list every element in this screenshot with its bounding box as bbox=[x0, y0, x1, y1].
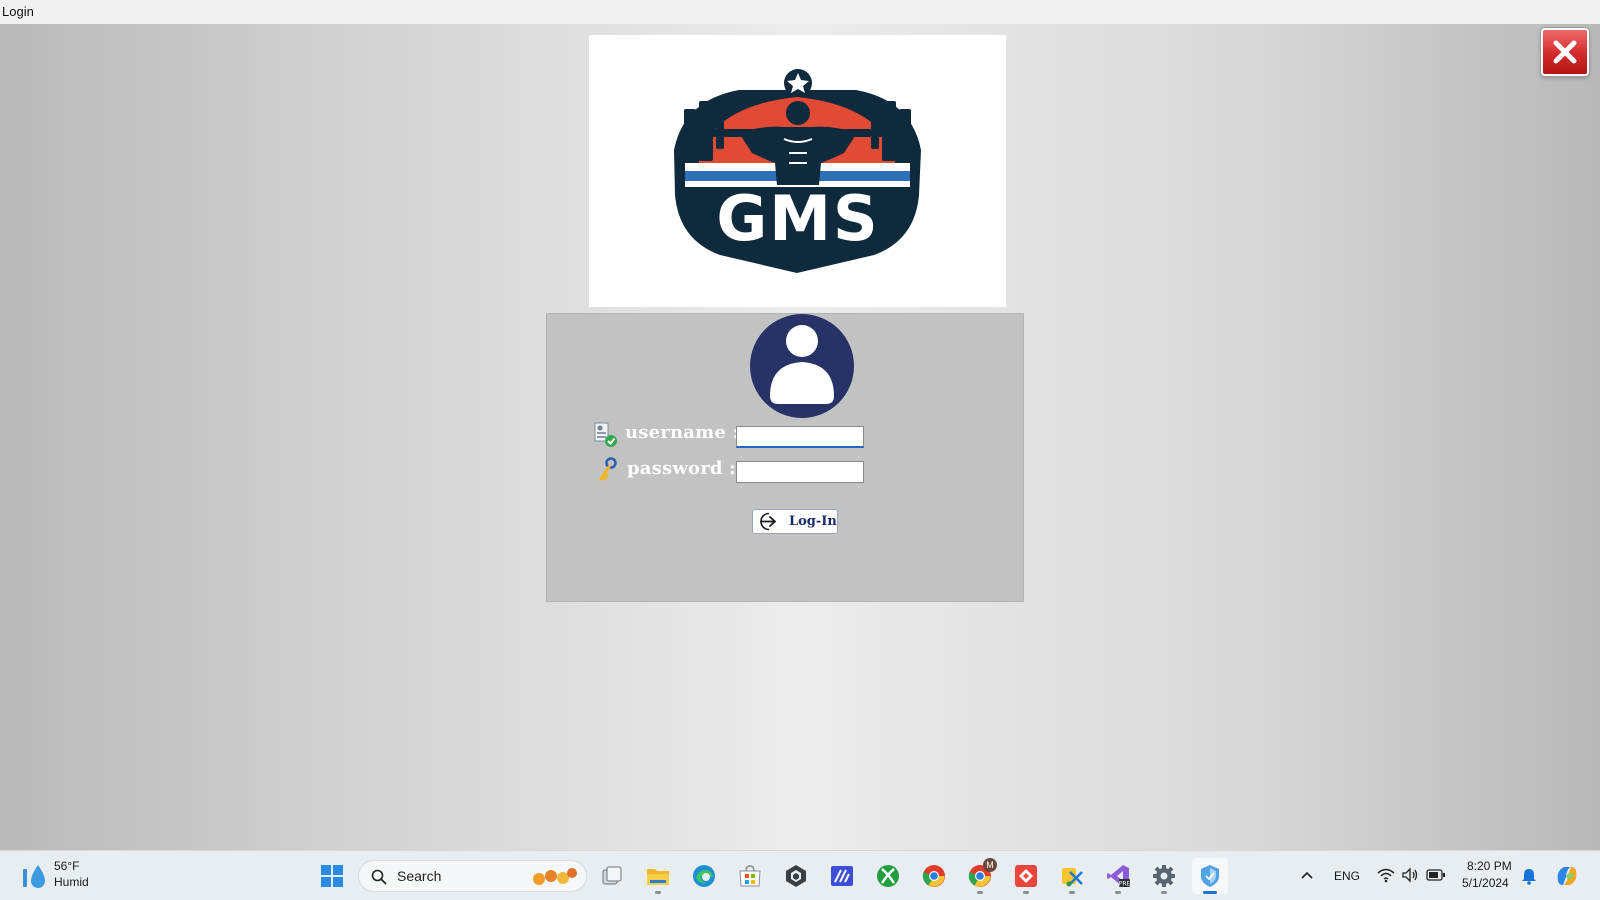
user-check-icon bbox=[594, 422, 617, 447]
username-label: username : bbox=[625, 422, 740, 443]
profile-badge: M bbox=[983, 858, 997, 872]
password-label: password : bbox=[627, 458, 736, 479]
login-button[interactable]: Log-In bbox=[752, 509, 838, 534]
settings-button[interactable] bbox=[1146, 858, 1182, 894]
ms-store-icon bbox=[739, 865, 761, 887]
taskbar-search[interactable]: Search bbox=[358, 860, 587, 892]
anydesk-button[interactable] bbox=[1008, 858, 1044, 894]
clock-date[interactable]: 5/1/2024 bbox=[1462, 876, 1509, 890]
title-bar: Login bbox=[0, 0, 1600, 25]
search-icon bbox=[371, 869, 387, 885]
login-button-label: Log-In bbox=[789, 514, 837, 529]
security-button[interactable] bbox=[1192, 858, 1228, 894]
edge-icon bbox=[693, 865, 715, 887]
running-indicator bbox=[1069, 891, 1075, 894]
task-view-button[interactable] bbox=[594, 858, 630, 894]
running-indicator bbox=[1115, 891, 1121, 894]
key-icon bbox=[599, 457, 617, 481]
weather-condition: Humid bbox=[54, 875, 89, 889]
svg-text:PRE: PRE bbox=[1119, 881, 1130, 888]
app-button[interactable] bbox=[824, 858, 860, 894]
running-indicator bbox=[1161, 891, 1167, 894]
weather-temp: 56°F bbox=[54, 859, 80, 873]
clock-time[interactable]: 8:20 PM bbox=[1467, 859, 1512, 873]
language-indicator[interactable]: ENG bbox=[1334, 869, 1360, 883]
battery-icon[interactable] bbox=[1426, 868, 1446, 882]
settings-icon bbox=[1153, 865, 1175, 887]
snipping-tool-button[interactable] bbox=[1054, 858, 1090, 894]
windows-start-icon bbox=[321, 865, 343, 887]
security-shield-icon bbox=[1201, 865, 1219, 887]
windows-start-button[interactable] bbox=[314, 858, 350, 894]
close-x-icon bbox=[1553, 40, 1577, 64]
chevron-up-icon[interactable] bbox=[1300, 868, 1314, 882]
task-view-icon bbox=[602, 866, 622, 885]
wifi-icon[interactable] bbox=[1377, 867, 1395, 883]
username-field[interactable] bbox=[736, 426, 864, 448]
login-arrow-icon bbox=[760, 512, 776, 531]
logo-text: GMS bbox=[716, 182, 879, 255]
password-field[interactable] bbox=[736, 461, 864, 483]
close-button[interactable] bbox=[1541, 28, 1589, 76]
running-indicator bbox=[977, 891, 983, 894]
xbox-icon bbox=[877, 865, 899, 887]
running-indicator bbox=[1203, 891, 1217, 894]
anydesk-icon bbox=[1015, 865, 1037, 887]
search-highlight-icon bbox=[533, 868, 577, 885]
logo-panel: GMS bbox=[589, 35, 1006, 307]
file-explorer-icon bbox=[647, 869, 669, 885]
running-indicator bbox=[1023, 891, 1029, 894]
copilot-icon[interactable] bbox=[1554, 863, 1580, 889]
user-avatar-icon bbox=[750, 314, 854, 418]
chrome-icon bbox=[922, 865, 945, 887]
chrome-profile-button[interactable]: M bbox=[962, 858, 998, 894]
snipping-tool-icon bbox=[1062, 868, 1083, 887]
search-placeholder: Search bbox=[397, 868, 442, 884]
chrome-button[interactable] bbox=[916, 858, 952, 894]
file-explorer-button[interactable] bbox=[640, 858, 676, 894]
xbox-button[interactable] bbox=[870, 858, 906, 894]
edge-button[interactable] bbox=[686, 858, 722, 894]
gym-logo-icon: GMS bbox=[674, 69, 921, 273]
app-icon bbox=[831, 866, 853, 886]
unity-icon bbox=[786, 865, 806, 887]
rain-drop-icon bbox=[23, 865, 45, 888]
running-indicator bbox=[655, 891, 661, 894]
notification-bell-icon[interactable] bbox=[1521, 867, 1537, 885]
window-title: Login bbox=[2, 4, 34, 19]
volume-icon[interactable] bbox=[1401, 867, 1419, 883]
login-card: username : password : Log-In bbox=[546, 313, 1024, 602]
visual-studio-button[interactable]: PRE bbox=[1100, 858, 1136, 894]
ms-store-button[interactable] bbox=[732, 858, 768, 894]
visual-studio-preview-icon: PRE bbox=[1107, 865, 1130, 888]
taskbar: 56°F Humid Search M PRE ENG 8:20 PM 5/1/… bbox=[0, 850, 1600, 900]
unity-button[interactable] bbox=[778, 858, 814, 894]
